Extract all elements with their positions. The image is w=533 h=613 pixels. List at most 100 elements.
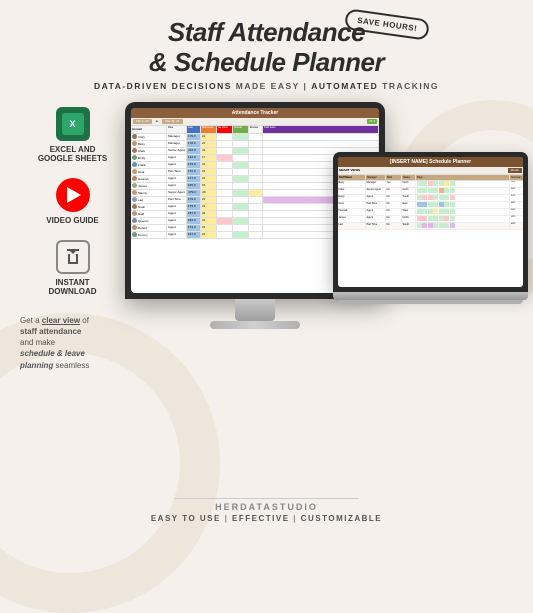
cell-excuse xyxy=(249,225,263,231)
avatar xyxy=(132,204,137,209)
sched-cell xyxy=(433,202,438,207)
cell-hours: 187.0 xyxy=(187,211,201,217)
sched-cell xyxy=(439,188,444,193)
cell-noshow xyxy=(217,141,233,147)
date-range-row: Mar 1, 24 to Mar 31, 24 21 d xyxy=(131,118,379,126)
cell-sick: 21 xyxy=(201,148,217,154)
cell-sick: 21 xyxy=(201,141,217,147)
cell-excuse xyxy=(249,148,263,154)
cell-hours: 179.0 xyxy=(187,197,201,203)
cell-noshow xyxy=(217,225,233,231)
sched-cell xyxy=(450,188,455,193)
cell-sick: 21 xyxy=(201,204,217,210)
sched-cell xyxy=(439,209,444,214)
cell-role: Agent xyxy=(167,218,187,224)
footer-divider-top xyxy=(174,498,359,499)
avatar xyxy=(132,211,137,216)
sched-summary: 20/21 xyxy=(509,209,523,215)
sched-status: North xyxy=(402,181,416,187)
schedule-month-value: Month xyxy=(508,168,522,173)
monitors-area: Attendance Tracker Mar 1, 24 to Mar 31, … xyxy=(125,97,523,487)
sched-cell xyxy=(439,202,444,207)
date-separator: to xyxy=(156,119,159,124)
cell-annual xyxy=(233,211,249,217)
download-label: INSTANTDOWNLOAD xyxy=(49,278,97,297)
laptop-bezel: [INSERT NAME] Schedule Planner SMART VIE… xyxy=(333,152,528,292)
total-days: 21 d xyxy=(367,119,377,124)
excel-label: EXCEL ANDGOOGLE SHEETS xyxy=(38,145,107,164)
monitor-stand xyxy=(235,299,275,321)
tagline: EASY TO USE | EFFECTIVE | CUSTOMIZABLE xyxy=(151,514,382,523)
sched-row: James Agent No North xyxy=(338,216,523,223)
video-label: VIDEO GUIDE xyxy=(46,216,98,226)
avatar xyxy=(132,190,137,195)
sched-cell xyxy=(417,188,422,193)
sched-cell xyxy=(428,209,433,214)
cell-role: Agent xyxy=(167,225,187,231)
sched-day-cells xyxy=(416,202,509,208)
youtube-icon xyxy=(56,178,90,212)
header: SAVE HOURS! Staff Attendance& Schedule P… xyxy=(74,0,459,97)
avatar xyxy=(132,141,137,146)
avatar xyxy=(132,225,137,230)
sched-cell xyxy=(417,209,422,214)
sched-cell xyxy=(450,181,455,186)
sched-row: Gina Part Time No East xyxy=(338,202,523,209)
cell-name: Tommy xyxy=(131,232,167,238)
sched-summary: 19/21 xyxy=(509,188,523,194)
excel-icon-inner: X xyxy=(62,113,84,135)
sched-role: No xyxy=(386,195,402,201)
col-annual: Annual xyxy=(233,126,249,133)
cell-excuse xyxy=(249,204,263,210)
sched-mgr: Part Time xyxy=(366,223,386,229)
cell-noshow xyxy=(217,183,233,189)
sched-cell xyxy=(428,216,433,221)
sched-cell xyxy=(450,223,455,228)
sched-cell xyxy=(422,216,427,221)
avatar xyxy=(132,183,137,188)
cell-sick: 29 xyxy=(201,190,217,196)
cell-noshow xyxy=(217,176,233,182)
cell-annual xyxy=(233,162,249,168)
sched-cell xyxy=(422,209,427,214)
col-sick: Sick leave xyxy=(201,126,217,133)
sched-summary: 18/21 xyxy=(509,202,523,208)
schedule-controls: SMART VIEWS Month xyxy=(338,167,523,175)
sched-role: No xyxy=(386,216,402,222)
cell-excuse xyxy=(249,169,263,175)
schedule-rows: Betty Manager Yes North xyxy=(338,181,523,287)
sched-cell xyxy=(417,195,422,200)
sched-cell xyxy=(422,181,427,186)
cell-noshow xyxy=(217,232,233,238)
sched-col-days: Days → xyxy=(416,175,509,180)
avatar xyxy=(132,148,137,153)
cell-annual xyxy=(233,148,249,154)
avatar xyxy=(132,218,137,223)
sched-cell xyxy=(450,216,455,221)
sched-col-dept: Role xyxy=(386,175,402,180)
sched-cell xyxy=(417,181,422,186)
date-to: Mar 31, 24 xyxy=(162,119,182,124)
sched-status: South xyxy=(402,195,416,201)
cell-noshow xyxy=(217,134,233,140)
sched-status: North xyxy=(402,188,416,194)
sched-col-role: Manager xyxy=(366,175,386,180)
sched-summary: 17/21 xyxy=(509,181,523,187)
cell-role: Agent xyxy=(167,204,187,210)
cell-name: Frank xyxy=(131,162,167,168)
sched-cell xyxy=(433,223,438,228)
page-subtitle: DATA-DRIVEN DECISIONS MADE EASY | AUTOMA… xyxy=(94,81,439,91)
sched-cell xyxy=(428,223,433,228)
cell-hours: 181.0 xyxy=(187,218,201,224)
cell-annual xyxy=(233,225,249,231)
date-from: Mar 1, 24 xyxy=(133,119,152,124)
left-sidebar: X EXCEL ANDGOOGLE SHEETS VIDEO GUIDE INS… xyxy=(10,97,125,487)
sched-col-name: Staff Name xyxy=(338,175,366,180)
play-triangle-icon xyxy=(67,187,81,203)
cell-sick: 21 xyxy=(201,176,217,182)
cell-sick: 21 xyxy=(201,232,217,238)
cell-annual xyxy=(233,204,249,210)
sched-cell xyxy=(433,195,438,200)
cell-noshow xyxy=(217,155,233,161)
cell-name: Betty xyxy=(131,141,167,147)
